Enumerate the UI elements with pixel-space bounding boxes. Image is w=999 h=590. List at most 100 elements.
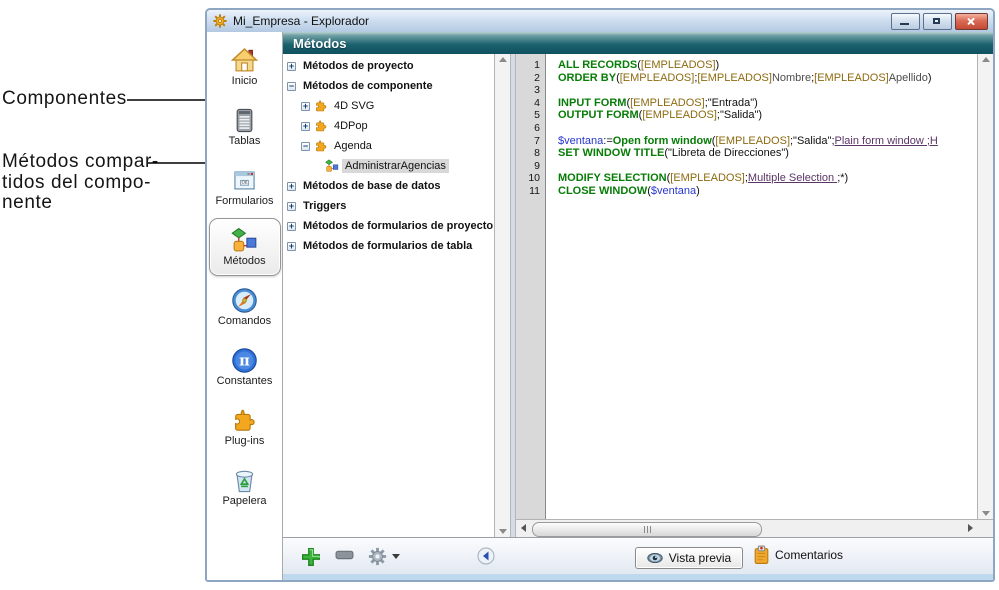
code-token-var: $ventana	[558, 135, 603, 147]
expand-icon[interactable]: +	[301, 122, 310, 131]
expand-icon[interactable]: +	[287, 242, 296, 251]
code-line-2: ORDER BY([EMPLEADOS];[EMPLEADOS]Nombre;[…	[558, 72, 977, 85]
scroll-down-icon[interactable]	[982, 511, 990, 516]
add-icon	[301, 547, 321, 567]
close-button[interactable]	[955, 13, 988, 30]
tree-item-label: Métodos de base de datos	[300, 179, 444, 193]
annotation-line: nente	[2, 193, 159, 214]
code-line-9	[558, 160, 977, 173]
maximize-button[interactable]	[923, 13, 952, 30]
expand-icon[interactable]: +	[287, 62, 296, 71]
tree-item-4d-svg[interactable]: +4D SVG	[283, 96, 494, 116]
tree-item-m-todos-de-proyecto[interactable]: + Métodos de proyecto	[283, 56, 494, 76]
minimize-button[interactable]	[891, 13, 920, 30]
code-token-command: Open form window	[613, 135, 712, 147]
tables-icon	[231, 107, 258, 134]
code-token-plain: ;"Entrada")	[705, 97, 758, 109]
minimize-icon	[900, 23, 909, 25]
sidebar-item-label: Tablas	[229, 135, 261, 147]
editor-vertical-scrollbar[interactable]	[977, 54, 993, 519]
line-number: 10	[516, 172, 545, 185]
expand-icon[interactable]: +	[287, 222, 296, 231]
tree-item-label: Métodos de formularios de tabla	[300, 239, 475, 253]
methods-icon	[231, 227, 258, 254]
code-token-plain: :=	[603, 135, 612, 147]
expand-icon[interactable]: +	[287, 182, 296, 191]
expand-icon[interactable]: +	[287, 202, 296, 211]
svg-text:π: π	[239, 353, 250, 370]
collapse-icon[interactable]: −	[301, 142, 310, 151]
code-token-table: [EMPLEADOS]	[630, 97, 705, 109]
collapse-icon[interactable]: −	[287, 82, 296, 91]
code-token-table: [EMPLEADOS]	[814, 72, 889, 84]
scroll-down-icon[interactable]	[499, 529, 507, 534]
remove-method-button[interactable]	[335, 550, 354, 561]
page-title: Métodos	[293, 36, 346, 51]
options-menu-button[interactable]	[367, 546, 400, 567]
vista-previa-button[interactable]: Vista previa	[635, 547, 743, 569]
scroll-left-icon[interactable]	[521, 524, 526, 532]
tree-item-m-todos-de-componente[interactable]: −Métodos de componente	[283, 76, 494, 96]
sidebar-item-inicio[interactable]: Inicio	[209, 38, 281, 96]
sidebar-item-plug-ins[interactable]: Plug-ins	[209, 398, 281, 456]
tree-item-label: Triggers	[300, 199, 349, 213]
code-editor[interactable]: ALL RECORDS([EMPLEADOS])ORDER BY([EMPLEA…	[546, 54, 977, 519]
tree-item-m-todos-de-base-de-datos[interactable]: + Métodos de base de datos	[283, 176, 494, 196]
add-method-button[interactable]	[301, 547, 321, 567]
line-number: 4	[516, 97, 545, 110]
code-token-command: CLOSE WINDOW	[558, 185, 647, 197]
eye-icon	[647, 553, 663, 563]
sidebar-item-constantes[interactable]: π Constantes	[209, 338, 281, 396]
tree-item-label: 4D SVG	[331, 99, 377, 113]
code-token-field: Apellido	[889, 72, 928, 84]
tree-scrollbar[interactable]	[494, 54, 510, 537]
gear-icon	[367, 546, 388, 567]
code-line-5: OUTPUT FORM([EMPLEADOS];"Salida")	[558, 109, 977, 122]
line-number: 7	[516, 135, 545, 148]
scroll-up-icon[interactable]	[982, 57, 990, 62]
tree-item-4dpop[interactable]: +4DPop	[283, 116, 494, 136]
expand-icon[interactable]: +	[301, 102, 310, 111]
code-token-field: Nombre	[772, 72, 811, 84]
code-token-table: [EMPLEADOS]	[620, 72, 695, 84]
editor-horizontal-scrollbar[interactable]	[516, 519, 993, 537]
sidebar-item-formularios[interactable]: OK Formularios	[209, 158, 281, 216]
sidebar-item-label: Métodos	[223, 255, 265, 267]
annotation-line: tidos del compo-	[2, 173, 159, 194]
comment-note-icon	[753, 545, 770, 565]
sidebar-item-papelera[interactable]: Papelera	[209, 458, 281, 516]
code-token-plain: ;"Salida";	[790, 135, 835, 147]
sidebar-item-label: Papelera	[222, 495, 266, 507]
sidebar-item-m-todos[interactable]: Métodos	[209, 218, 281, 276]
code-token-plain: )	[928, 72, 932, 84]
sidebar-item-tablas[interactable]: Tablas	[209, 98, 281, 156]
code-token-var: $ventana	[651, 185, 696, 197]
tree-item-label: Métodos de formularios de proyecto	[300, 219, 494, 233]
methods-tree[interactable]: + Métodos de proyecto −Métodos de componen…	[283, 54, 494, 537]
svg-text:OK: OK	[242, 180, 248, 185]
scrollbar-thumb[interactable]	[532, 522, 762, 537]
tree-item-triggers[interactable]: + Triggers	[283, 196, 494, 216]
title-bar[interactable]: Mi_Empresa - Explorador	[207, 10, 993, 32]
pane-header: Métodos	[283, 32, 993, 54]
comentarios-button[interactable]: Comentarios	[753, 545, 843, 565]
tree-item-agenda[interactable]: −Agenda	[283, 136, 494, 156]
code-token-plain: ;"Salida")	[717, 109, 762, 121]
collapse-panel-button[interactable]	[477, 547, 495, 565]
sidebar-item-comandos[interactable]: Comandos	[209, 278, 281, 336]
remove-icon	[335, 550, 354, 561]
sidebar-item-label: Comandos	[218, 315, 271, 327]
tree-item-m-todos-de-formularios-de-tabla[interactable]: + Métodos de formularios de tabla	[283, 236, 494, 256]
pi-icon: π	[231, 347, 258, 374]
code-token-plain: ("Libreta de Direcciones")	[664, 147, 789, 159]
explorer-window: Mi_Empresa - Explorador Inicio Tablas OK Fo…	[205, 8, 995, 582]
tree-item-label: Métodos de proyecto	[300, 59, 417, 73]
window-controls	[891, 13, 988, 30]
tree-item-administraragencias[interactable]: AdministrarAgencias	[283, 156, 494, 176]
tree-item-m-todos-de-formularios-de-proyecto[interactable]: + Métodos de formularios de proyecto	[283, 216, 494, 236]
screenshot-root: { "annotations": { "componentes": "Compo…	[0, 0, 999, 590]
sidebar-item-label: Formularios	[215, 195, 273, 207]
scroll-up-icon[interactable]	[499, 57, 507, 62]
scroll-right-icon[interactable]	[968, 524, 973, 532]
sidebar-item-label: Constantes	[217, 375, 273, 387]
